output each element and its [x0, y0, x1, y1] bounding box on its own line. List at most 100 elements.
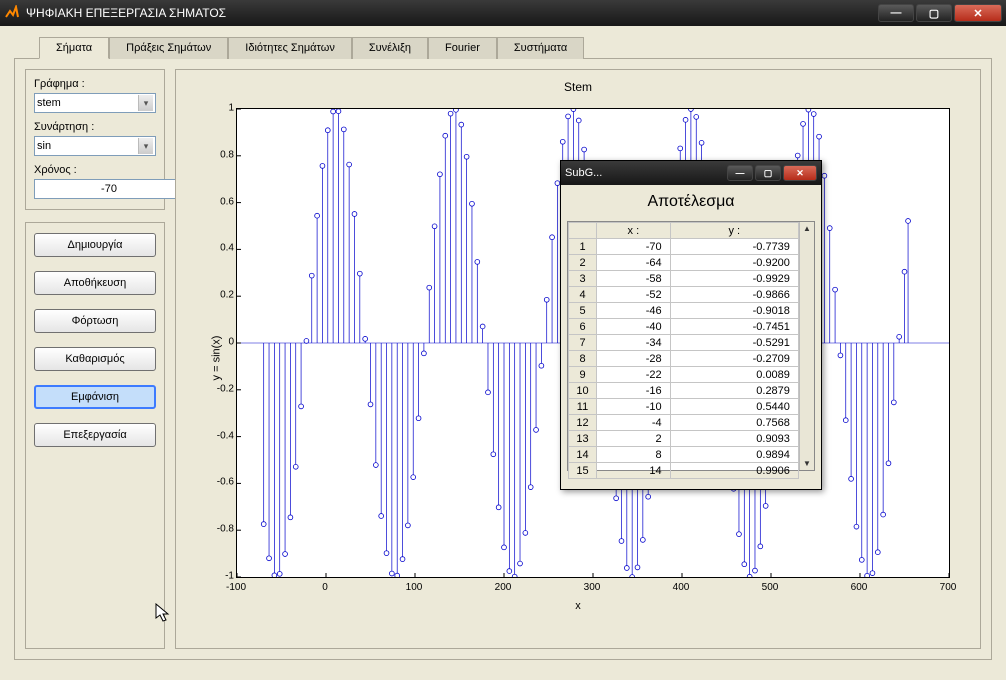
- edit-button[interactable]: Επεξεργασία: [34, 423, 156, 447]
- main-panel: Γράφημα : stem ▾ Συνάρτηση : sin ▾ Χρόνο…: [14, 58, 992, 660]
- tab-fourier[interactable]: Fourier: [428, 37, 497, 59]
- row-index: 12: [569, 415, 597, 431]
- subwindow-minimize-button[interactable]: —: [727, 165, 753, 181]
- result-subwindow[interactable]: SubG... — ▢ ✕ Αποτέλεσμα x : y : 1-70-0.…: [560, 160, 822, 490]
- table-row[interactable]: 1480.9894: [569, 447, 799, 463]
- cell-y: 0.0089: [670, 367, 798, 383]
- result-heading: Αποτέλεσμα: [561, 185, 821, 217]
- clear-button[interactable]: Καθαρισμός: [34, 347, 156, 371]
- cell-y: 0.9093: [670, 431, 798, 447]
- scroll-down-icon[interactable]: ▼: [803, 459, 811, 468]
- row-index: 5: [569, 303, 597, 319]
- table-row[interactable]: 2-64-0.9200: [569, 255, 799, 271]
- y-tick-label: 0: [228, 337, 234, 348]
- cell-x: -70: [597, 239, 671, 255]
- x-tick-label: -100: [226, 582, 246, 593]
- tab-systems[interactable]: Συστήματα: [497, 37, 584, 59]
- chevron-down-icon: ▾: [138, 95, 153, 111]
- x-tick-label: 0: [322, 582, 328, 593]
- table-row[interactable]: 1320.9093: [569, 431, 799, 447]
- save-button[interactable]: Αποθήκευση: [34, 271, 156, 295]
- cell-x: 8: [597, 447, 671, 463]
- cell-y: 0.9894: [670, 447, 798, 463]
- cell-y: -0.5291: [670, 335, 798, 351]
- table-row[interactable]: 12-40.7568: [569, 415, 799, 431]
- table-corner: [569, 223, 597, 239]
- y-tick-label: 0.8: [220, 149, 234, 160]
- load-button[interactable]: Φόρτωση: [34, 309, 156, 333]
- result-table: x : y : 1-70-0.77392-64-0.92003-58-0.992…: [568, 222, 799, 479]
- table-row[interactable]: 4-52-0.9866: [569, 287, 799, 303]
- y-tick-label: -1: [225, 571, 234, 582]
- row-index: 3: [569, 271, 597, 287]
- x-tick-label: 200: [495, 582, 512, 593]
- subwindow-close-button[interactable]: ✕: [783, 165, 817, 181]
- func-dropdown-value: sin: [37, 140, 51, 152]
- main-titlebar: ΨΗΦΙΑΚΗ ΕΠΕΞΕΡΓΑΣΙΑ ΣΗΜΑΤΟΣ — ▢ ✕: [0, 0, 1006, 26]
- cell-x: 2: [597, 431, 671, 447]
- y-tick-label: -0.8: [217, 524, 234, 535]
- cell-x: -16: [597, 383, 671, 399]
- table-scrollbar[interactable]: ▲ ▼: [799, 222, 814, 470]
- row-index: 9: [569, 367, 597, 383]
- table-row[interactable]: 5-46-0.9018: [569, 303, 799, 319]
- tab-signals[interactable]: Σήματα: [39, 37, 109, 59]
- row-index: 10: [569, 383, 597, 399]
- cell-x: -58: [597, 271, 671, 287]
- graph-label: Γράφημα :: [34, 78, 156, 90]
- x-tick-label: 500: [762, 582, 779, 593]
- row-index: 15: [569, 463, 597, 479]
- row-index: 7: [569, 335, 597, 351]
- cell-y: -0.9018: [670, 303, 798, 319]
- y-tick-label: -0.2: [217, 383, 234, 394]
- cell-y: -0.7739: [670, 239, 798, 255]
- tab-strip: Σήματα Πράξεις Σημάτων Ιδιότητες Σημάτων…: [39, 36, 992, 58]
- x-tick-label: 100: [406, 582, 423, 593]
- row-index: 4: [569, 287, 597, 303]
- create-button[interactable]: Δημιουργία: [34, 233, 156, 257]
- cell-y: 0.2879: [670, 383, 798, 399]
- func-dropdown[interactable]: sin ▾: [34, 136, 156, 156]
- row-index: 13: [569, 431, 597, 447]
- minimize-button[interactable]: —: [878, 4, 914, 22]
- subwindow-titlebar[interactable]: SubG... — ▢ ✕: [561, 161, 821, 185]
- x-tick-label: 300: [584, 582, 601, 593]
- sidebar: Γράφημα : stem ▾ Συνάρτηση : sin ▾ Χρόνο…: [25, 69, 165, 649]
- table-row[interactable]: 6-40-0.7451: [569, 319, 799, 335]
- chevron-down-icon: ▾: [138, 138, 153, 154]
- cell-x: -10: [597, 399, 671, 415]
- table-row[interactable]: 15140.9906: [569, 463, 799, 479]
- tab-properties[interactable]: Ιδιότητες Σημάτων: [228, 37, 352, 59]
- table-row[interactable]: 10-160.2879: [569, 383, 799, 399]
- time-label: Χρόνος :: [34, 164, 156, 176]
- tab-convolution[interactable]: Συνέλιξη: [352, 37, 428, 59]
- row-index: 11: [569, 399, 597, 415]
- matlab-icon: [4, 5, 20, 21]
- show-button[interactable]: Εμφάνιση: [34, 385, 156, 409]
- cell-y: -0.9929: [670, 271, 798, 287]
- time-start-input[interactable]: [34, 179, 184, 199]
- row-index: 6: [569, 319, 597, 335]
- table-row[interactable]: 1-70-0.7739: [569, 239, 799, 255]
- cell-x: -40: [597, 319, 671, 335]
- table-row[interactable]: 3-58-0.9929: [569, 271, 799, 287]
- table-row[interactable]: 8-28-0.2709: [569, 351, 799, 367]
- subwindow-maximize-button[interactable]: ▢: [755, 165, 781, 181]
- cell-y: -0.7451: [670, 319, 798, 335]
- scroll-up-icon[interactable]: ▲: [803, 224, 811, 233]
- close-button[interactable]: ✕: [954, 4, 1002, 22]
- maximize-button[interactable]: ▢: [916, 4, 952, 22]
- table-row[interactable]: 11-100.5440: [569, 399, 799, 415]
- table-row[interactable]: 7-34-0.5291: [569, 335, 799, 351]
- table-row[interactable]: 9-220.0089: [569, 367, 799, 383]
- row-index: 1: [569, 239, 597, 255]
- cell-x: -64: [597, 255, 671, 271]
- tab-operations[interactable]: Πράξεις Σημάτων: [109, 37, 228, 59]
- graph-dropdown[interactable]: stem ▾: [34, 93, 156, 113]
- window-title: ΨΗΦΙΑΚΗ ΕΠΕΞΕΡΓΑΣΙΑ ΣΗΜΑΤΟΣ: [26, 6, 226, 20]
- y-tick-label: 0.4: [220, 243, 234, 254]
- graph-dropdown-value: stem: [37, 97, 61, 109]
- x-axis-label: x: [575, 600, 581, 612]
- y-tick-label: 0.6: [220, 196, 234, 207]
- cell-y: -0.9866: [670, 287, 798, 303]
